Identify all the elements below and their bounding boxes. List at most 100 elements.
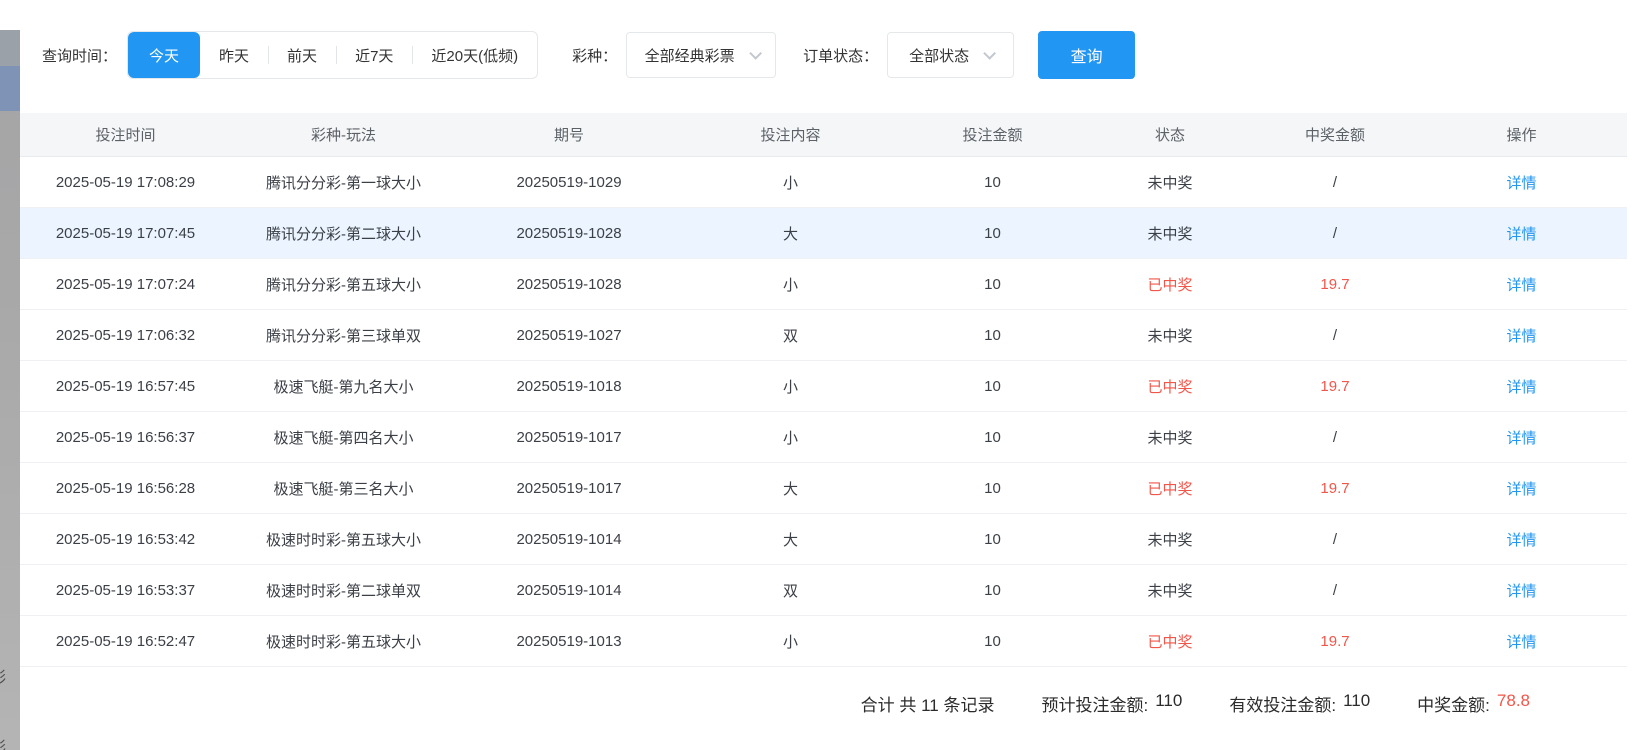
cell-prize-amount: / bbox=[1254, 582, 1416, 599]
header-bet-content: 投注内容 bbox=[682, 124, 899, 145]
cell-bet-content: 小 bbox=[682, 376, 899, 397]
detail-link[interactable]: 详情 bbox=[1506, 481, 1536, 498]
prize-amount-total: 中奖金额: 78.8 bbox=[1417, 691, 1530, 716]
cell-game-play: 极速飞艇-第九名大小 bbox=[231, 376, 456, 397]
cell-prize-amount: 19.7 bbox=[1254, 480, 1416, 497]
detail-link[interactable]: 详情 bbox=[1506, 175, 1536, 192]
cell-game-play: 腾讯分分彩-第二球大小 bbox=[231, 223, 456, 244]
table-row: 2025-05-19 17:06:32 腾讯分分彩-第三球单双 20250519… bbox=[20, 310, 1627, 361]
time-option-today[interactable]: 今天 bbox=[128, 32, 200, 78]
sidebar-menu-fragment: 彩 bbox=[0, 736, 20, 750]
table-row: 2025-05-19 16:53:42 极速时时彩-第五球大小 20250519… bbox=[20, 514, 1627, 565]
detail-link[interactable]: 详情 bbox=[1506, 226, 1536, 243]
detail-link[interactable]: 详情 bbox=[1506, 430, 1536, 447]
detail-link[interactable]: 详情 bbox=[1506, 532, 1536, 549]
cell-bet-amount: 10 bbox=[899, 633, 1086, 650]
cell-prize-amount: / bbox=[1254, 225, 1416, 242]
sidebar-item-active[interactable] bbox=[0, 66, 20, 111]
cell-status: 已中奖 bbox=[1086, 631, 1254, 652]
cell-bet-content: 小 bbox=[682, 631, 899, 652]
cell-game-play: 腾讯分分彩-第五球大小 bbox=[231, 274, 456, 295]
table-row: 2025-05-19 16:57:45 极速飞艇-第九名大小 20250519-… bbox=[20, 361, 1627, 412]
table-row: 2025-05-19 17:07:24 腾讯分分彩-第五球大小 20250519… bbox=[20, 259, 1627, 310]
detail-link[interactable]: 详情 bbox=[1506, 634, 1536, 651]
valid-bet-amount: 有效投注金额: 110 bbox=[1229, 691, 1370, 716]
cell-status: 未中奖 bbox=[1086, 172, 1254, 193]
table-row: 2025-05-19 17:07:45 腾讯分分彩-第二球大小 20250519… bbox=[20, 208, 1627, 259]
header-issue: 期号 bbox=[456, 124, 682, 145]
cell-bet-time: 2025-05-19 16:52:47 bbox=[20, 633, 231, 650]
detail-link[interactable]: 详情 bbox=[1506, 583, 1536, 600]
cell-bet-time: 2025-05-19 16:56:28 bbox=[20, 480, 231, 497]
cell-issue: 20250519-1028 bbox=[456, 276, 682, 293]
cell-bet-content: 双 bbox=[682, 325, 899, 346]
cell-bet-time: 2025-05-19 17:07:24 bbox=[20, 276, 231, 293]
detail-link[interactable]: 详情 bbox=[1506, 277, 1536, 294]
time-option-last-7-days[interactable]: 近7天 bbox=[336, 32, 412, 78]
cell-bet-amount: 10 bbox=[899, 378, 1086, 395]
header-action: 操作 bbox=[1416, 124, 1627, 145]
sidebar-edge: 彩 彩 bbox=[0, 30, 20, 750]
cell-prize-amount: 19.7 bbox=[1254, 378, 1416, 395]
cell-bet-time: 2025-05-19 16:57:45 bbox=[20, 378, 231, 395]
prize-amount-label: 中奖金额: bbox=[1417, 691, 1490, 716]
table-row: 2025-05-19 16:56:28 极速飞艇-第三名大小 20250519-… bbox=[20, 463, 1627, 514]
cell-bet-content: 小 bbox=[682, 274, 899, 295]
prize-amount-value: 78.8 bbox=[1497, 691, 1530, 716]
time-range-button-group: 今天 昨天 前天 近7天 近20天(低频) bbox=[127, 31, 538, 79]
cell-issue: 20250519-1029 bbox=[456, 174, 682, 191]
sidebar-menu-fragment: 彩 bbox=[0, 666, 20, 686]
header-bet-amount: 投注金额 bbox=[899, 124, 1086, 145]
cell-prize-amount: / bbox=[1254, 327, 1416, 344]
order-status-select[interactable]: 全部状态 bbox=[887, 32, 1014, 78]
time-option-yesterday[interactable]: 昨天 bbox=[200, 32, 268, 78]
order-status-value: 全部状态 bbox=[909, 45, 969, 66]
cell-status: 已中奖 bbox=[1086, 478, 1254, 499]
sidebar-segment-top bbox=[0, 30, 20, 66]
cell-prize-amount: / bbox=[1254, 174, 1416, 191]
valid-bet-amount-value: 110 bbox=[1343, 691, 1370, 716]
header-prize-amount: 中奖金额 bbox=[1254, 124, 1416, 145]
cell-issue: 20250519-1027 bbox=[456, 327, 682, 344]
cell-bet-amount: 10 bbox=[899, 225, 1086, 242]
header-status: 状态 bbox=[1086, 124, 1254, 145]
query-button[interactable]: 查询 bbox=[1038, 31, 1135, 79]
cell-game-play: 腾讯分分彩-第三球单双 bbox=[231, 325, 456, 346]
query-time-label: 查询时间： bbox=[42, 45, 117, 66]
time-option-last-20-days[interactable]: 近20天(低频) bbox=[412, 32, 537, 78]
bet-records-table: 投注时间 彩种-玩法 期号 投注内容 投注金额 状态 中奖金额 操作 2025-… bbox=[20, 113, 1627, 667]
cell-bet-time: 2025-05-19 16:53:42 bbox=[20, 531, 231, 548]
cell-bet-amount: 10 bbox=[899, 276, 1086, 293]
cell-bet-content: 小 bbox=[682, 427, 899, 448]
cell-bet-content: 大 bbox=[682, 223, 899, 244]
cell-prize-amount: / bbox=[1254, 531, 1416, 548]
lottery-type-select[interactable]: 全部经典彩票 bbox=[626, 32, 776, 78]
chevron-down-icon bbox=[749, 47, 762, 60]
table-body: 2025-05-19 17:08:29 腾讯分分彩-第一球大小 20250519… bbox=[20, 157, 1627, 667]
cell-status: 已中奖 bbox=[1086, 376, 1254, 397]
cell-issue: 20250519-1017 bbox=[456, 480, 682, 497]
cell-issue: 20250519-1014 bbox=[456, 531, 682, 548]
cell-issue: 20250519-1013 bbox=[456, 633, 682, 650]
cell-game-play: 极速时时彩-第五球大小 bbox=[231, 529, 456, 550]
cell-bet-amount: 10 bbox=[899, 327, 1086, 344]
cell-bet-time: 2025-05-19 16:56:37 bbox=[20, 429, 231, 446]
cell-status: 未中奖 bbox=[1086, 427, 1254, 448]
detail-link[interactable]: 详情 bbox=[1506, 328, 1536, 345]
cell-bet-time: 2025-05-19 16:53:37 bbox=[20, 582, 231, 599]
cell-bet-amount: 10 bbox=[899, 582, 1086, 599]
cell-bet-time: 2025-05-19 17:08:29 bbox=[20, 174, 231, 191]
summary-footer: 合计 共 11 条记录 预计投注金额: 110 有效投注金额: 110 中奖金额… bbox=[20, 667, 1636, 739]
cell-bet-amount: 10 bbox=[899, 174, 1086, 191]
lottery-type-value: 全部经典彩票 bbox=[645, 45, 735, 66]
filter-bar: 查询时间： 今天 昨天 前天 近7天 近20天(低频) 彩种： 全部经典彩票 订… bbox=[20, 30, 1636, 80]
header-game-play: 彩种-玩法 bbox=[231, 124, 456, 145]
time-option-day-before[interactable]: 前天 bbox=[268, 32, 336, 78]
table-row: 2025-05-19 16:53:37 极速时时彩-第二球单双 20250519… bbox=[20, 565, 1627, 616]
cell-issue: 20250519-1028 bbox=[456, 225, 682, 242]
detail-link[interactable]: 详情 bbox=[1506, 379, 1536, 396]
cell-bet-content: 小 bbox=[682, 172, 899, 193]
cell-status: 未中奖 bbox=[1086, 325, 1254, 346]
expected-bet-amount-value: 110 bbox=[1155, 691, 1182, 716]
chevron-down-icon bbox=[983, 47, 996, 60]
